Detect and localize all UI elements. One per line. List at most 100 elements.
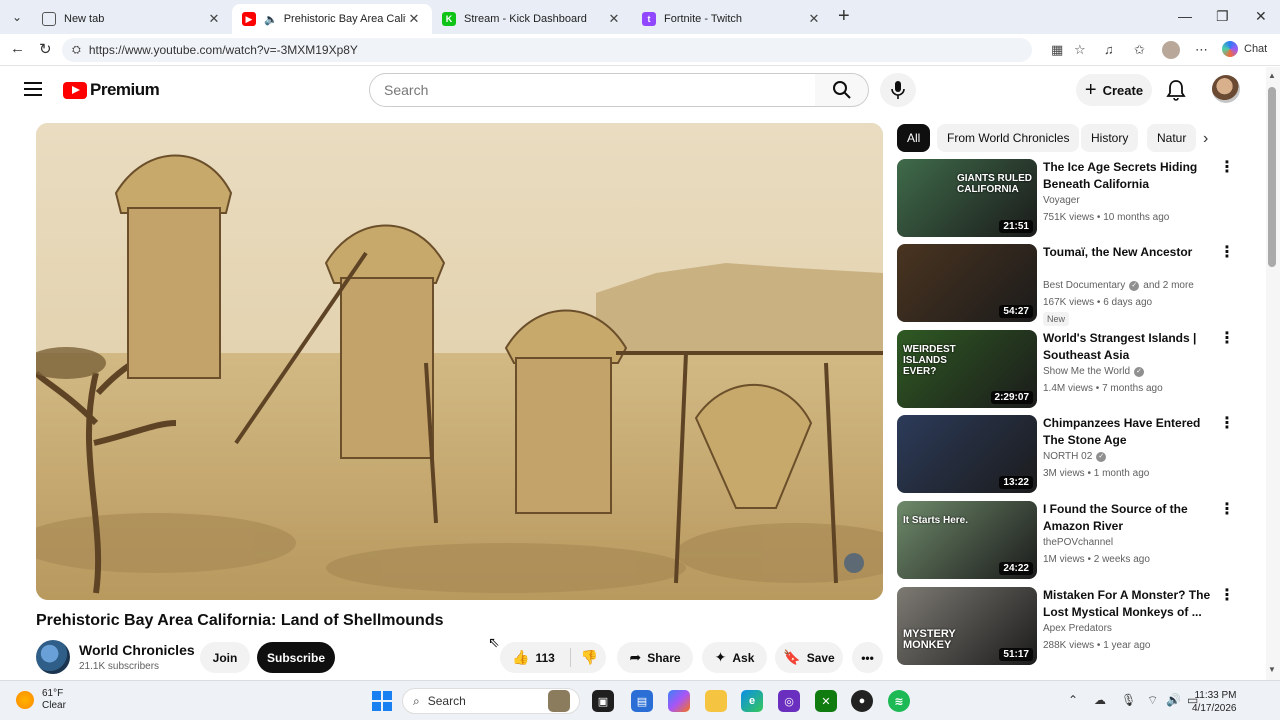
maximize-icon[interactable]: ❐ xyxy=(1216,8,1229,25)
favorites-icon[interactable]: ✩ xyxy=(1134,42,1145,58)
thumbs-down-icon[interactable]: 👎 xyxy=(581,649,598,666)
file-explorer-icon[interactable] xyxy=(705,690,727,712)
recommended-video-card[interactable]: GIANTS RULED CALIFORNIA 21:51 The Ice Age … xyxy=(897,159,1237,239)
recommended-video-title[interactable]: World's Strangest Islands | Southeast As… xyxy=(1043,330,1218,364)
speaker-icon[interactable]: 🔈 xyxy=(264,13,278,26)
thumbs-up-icon[interactable]: 👍 xyxy=(512,649,529,666)
back-icon[interactable]: ← xyxy=(10,40,25,57)
video-thumbnail[interactable]: GIANTS RULED CALIFORNIA 21:51 xyxy=(897,159,1037,237)
account-avatar[interactable] xyxy=(1212,75,1240,103)
recommended-channel-row[interactable]: thePOVchannel xyxy=(1043,537,1113,548)
create-button[interactable]: + Create xyxy=(1076,74,1152,106)
video-thumbnail[interactable]: 13:22 xyxy=(897,415,1037,493)
video-thumbnail[interactable]: MYSTERY MONKEY 51:17 xyxy=(897,587,1037,665)
volume-icon[interactable]: 🔊 xyxy=(1166,693,1181,707)
more-menu-icon[interactable]: ⋯ xyxy=(1195,42,1208,58)
search-button[interactable] xyxy=(815,73,869,107)
more-vertical-icon[interactable]: ⋮ xyxy=(1219,331,1235,347)
apps-icon[interactable]: ▦ xyxy=(1051,42,1063,58)
voice-search-button[interactable] xyxy=(880,73,916,107)
ask-button[interactable]: ✦ Ask xyxy=(702,642,767,673)
recommended-channel-row[interactable]: Voyager xyxy=(1043,195,1080,206)
recommended-channel-name[interactable]: Best Documentary xyxy=(1043,280,1125,291)
store-icon[interactable]: ▤ xyxy=(631,690,653,712)
like-count[interactable]: 113 xyxy=(535,651,554,665)
xbox-icon[interactable]: ✕ xyxy=(815,690,837,712)
microphone-tray-icon[interactable]: 🎙 xyxy=(1121,693,1136,707)
recommended-video-title[interactable]: I Found the Source of the Amazon River xyxy=(1043,501,1218,535)
url-field[interactable]: ⛭ https://www.youtube.com/watch?v=-3MXM1… xyxy=(62,38,1032,62)
system-clock[interactable]: 11:33 PM 4/17/2026 xyxy=(1192,689,1237,715)
copilot-app-icon[interactable] xyxy=(668,690,690,712)
save-button[interactable]: 🔖 Save xyxy=(775,642,843,673)
recommended-channel-name[interactable]: thePOVchannel xyxy=(1043,537,1113,548)
recommended-channel-name[interactable]: Show Me the World xyxy=(1043,366,1130,377)
video-player[interactable] xyxy=(36,123,883,600)
chip-from-channel[interactable]: From World Chronicles xyxy=(937,124,1080,152)
channel-name[interactable]: World Chronicles xyxy=(79,642,195,658)
more-vertical-icon[interactable]: ⋮ xyxy=(1219,416,1235,432)
tab-new-tab[interactable]: New tab ✕ xyxy=(32,4,232,34)
wifi-icon[interactable]: ⌔ xyxy=(1147,693,1158,708)
close-tab-icon[interactable]: ✕ xyxy=(406,11,422,27)
video-thumbnail[interactable]: WEIRDEST ISLANDS EVER? 2:29:07 xyxy=(897,330,1037,408)
minimize-icon[interactable]: — xyxy=(1178,8,1192,24)
close-tab-icon[interactable]: ✕ xyxy=(606,11,622,27)
recommended-channel-row[interactable]: Show Me the World ✓ xyxy=(1043,366,1145,377)
recommended-video-card[interactable]: 54:27 Toumaï, the New Ancestor Best Docume… xyxy=(897,244,1237,326)
video-thumbnail[interactable]: It Starts Here. 24:22 xyxy=(897,501,1037,579)
search-input[interactable]: Search xyxy=(369,73,816,107)
recommended-video-title[interactable]: Mistaken For A Monster? The Lost Mystica… xyxy=(1043,587,1218,621)
share-button[interactable]: ➦ Share xyxy=(617,642,693,673)
more-vertical-icon[interactable]: ⋮ xyxy=(1219,588,1235,604)
spotify-icon[interactable]: ≋ xyxy=(888,690,910,712)
favorite-star-icon[interactable]: ☆ xyxy=(1074,42,1086,58)
site-info-icon[interactable]: ⛭ xyxy=(72,44,81,57)
close-window-icon[interactable]: ✕ xyxy=(1255,8,1267,25)
chip-nature[interactable]: Natur xyxy=(1147,124,1197,152)
recommended-channel-name[interactable]: Voyager xyxy=(1043,195,1080,206)
subscribe-button[interactable]: Subscribe xyxy=(257,642,335,673)
refresh-icon[interactable]: ↻ xyxy=(39,40,52,58)
channel-avatar[interactable] xyxy=(36,640,70,674)
tab-kick-dashboard[interactable]: K Stream - Kick Dashboard ✕ xyxy=(432,4,632,34)
recommended-channel-name[interactable]: NORTH 02 xyxy=(1043,451,1092,462)
recommended-video-title[interactable]: The Ice Age Secrets Hiding Beneath Calif… xyxy=(1043,159,1218,193)
app-icon-dark[interactable]: ● xyxy=(851,690,873,712)
edge-browser-icon[interactable]: e xyxy=(741,690,763,712)
recommended-channel-name[interactable]: Apex Predators xyxy=(1043,623,1112,634)
menu-icon[interactable] xyxy=(24,82,42,96)
widgets-image-icon[interactable] xyxy=(548,690,570,712)
new-tab-button[interactable]: + xyxy=(838,6,850,26)
tab-twitch[interactable]: t Fortnite - Twitch ✕ xyxy=(632,4,832,34)
copilot-chat-button[interactable]: Chat xyxy=(1222,41,1267,57)
recommended-channel-row[interactable]: Best Documentary ✓ and 2 more xyxy=(1043,280,1194,291)
more-actions-button[interactable]: ••• xyxy=(852,642,883,673)
recommended-video-card[interactable]: MYSTERY MONKEY 51:17 Mistaken For A Monste… xyxy=(897,587,1237,667)
profile-avatar[interactable] xyxy=(1162,41,1180,59)
read-aloud-icon[interactable]: ♫ xyxy=(1104,42,1114,57)
app-icon-purple[interactable]: ◎ xyxy=(778,690,800,712)
chip-history[interactable]: History xyxy=(1081,124,1139,152)
task-view-icon[interactable]: ▣ xyxy=(592,690,614,712)
recommended-video-card[interactable]: 13:22 Chimpanzees Have Entered The Stone … xyxy=(897,415,1237,495)
recommended-video-card[interactable]: It Starts Here. 24:22 I Found the Source o… xyxy=(897,501,1237,581)
more-vertical-icon[interactable]: ⋮ xyxy=(1219,502,1235,518)
cloud-icon[interactable]: ☁ xyxy=(1094,693,1106,707)
windows-start-icon[interactable] xyxy=(371,690,393,712)
recommended-channel-row[interactable]: Apex Predators xyxy=(1043,623,1112,634)
more-vertical-icon[interactable]: ⋮ xyxy=(1219,245,1235,261)
scroll-up-icon[interactable]: ▲ xyxy=(1268,71,1276,80)
page-scrollbar[interactable]: ▲ ▼ xyxy=(1266,67,1280,680)
scrollbar-thumb[interactable] xyxy=(1268,87,1276,267)
weather-widget[interactable]: 61°F Clear xyxy=(16,688,66,712)
recommended-channel-row[interactable]: NORTH 02 ✓ xyxy=(1043,451,1107,462)
tab-search-menu-icon[interactable]: ⌄ xyxy=(6,6,28,28)
close-tab-icon[interactable]: ✕ xyxy=(206,11,222,27)
tab-youtube-video[interactable]: ▶ 🔈 Prehistoric Bay Area California: Lan… xyxy=(232,4,432,34)
video-thumbnail[interactable]: 54:27 xyxy=(897,244,1037,322)
youtube-premium-logo[interactable]: Premium xyxy=(63,80,160,100)
scroll-down-icon[interactable]: ▼ xyxy=(1268,665,1276,674)
chevron-right-icon[interactable]: › xyxy=(1203,130,1208,148)
more-vertical-icon[interactable]: ⋮ xyxy=(1219,160,1235,176)
